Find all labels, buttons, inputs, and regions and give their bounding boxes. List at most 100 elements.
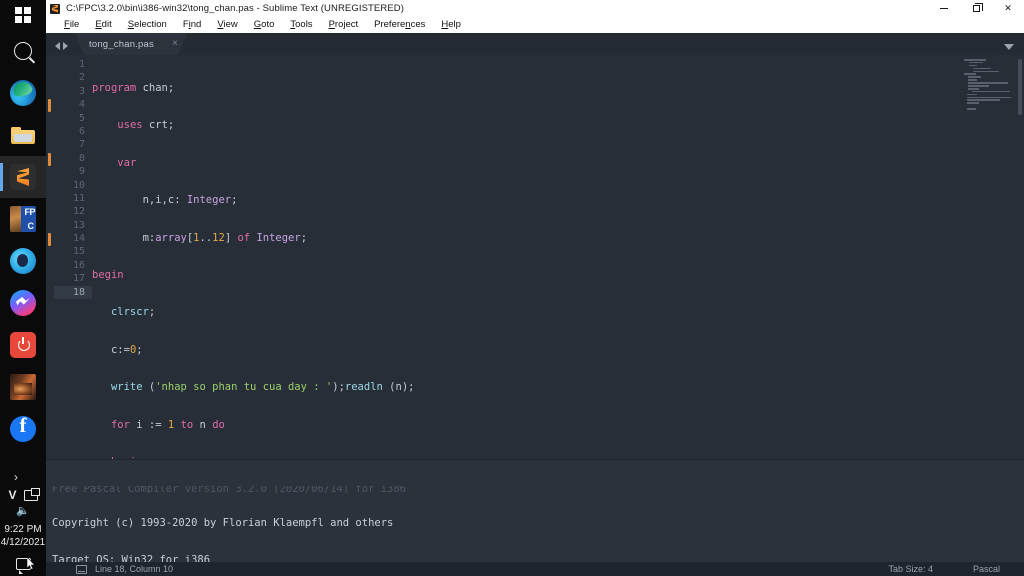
gutter-markers	[46, 55, 54, 459]
line-number: 4	[78, 99, 85, 111]
code-line: for i := 1 to n do	[110, 418, 225, 431]
search-icon	[14, 42, 32, 60]
build-output-text: Free Pascal Compiler version 3.2.0 [2020…	[46, 460, 1024, 562]
taskbar-item-edge[interactable]	[0, 72, 46, 114]
code-content[interactable]: program chan; uses crt; var n,i,c: Integ…	[92, 55, 1024, 459]
line-number: 10	[72, 179, 85, 191]
code-line: clrscr;	[110, 306, 156, 319]
line-number-gutter: 1 2 3 4 5 6 7 8 9 10 11 12 13 14 15 16 1…	[54, 55, 92, 459]
tray-expand-chevron-icon[interactable]: ›	[0, 465, 46, 487]
line-number: 13	[72, 219, 85, 231]
messenger-icon	[10, 290, 36, 316]
menu-preferences[interactable]: Preferences	[366, 17, 433, 33]
bookmark-marker	[48, 99, 51, 112]
taskbar-item-coccoc[interactable]	[0, 240, 46, 282]
clock[interactable]: 9:22 PM 4/12/2021	[1, 518, 46, 549]
line-number: 3	[78, 85, 85, 97]
tab-prev-arrow-icon[interactable]	[55, 42, 60, 50]
tab-next-arrow-icon[interactable]	[63, 42, 68, 50]
line-number: 11	[72, 192, 85, 204]
window-controls: ✕	[928, 0, 1024, 17]
code-line: write ('nhap so phan tu cua day : ');rea…	[110, 381, 415, 394]
menu-bar: File Edit Selection Find View Goto Tools…	[46, 17, 1024, 33]
tab-size-indicator[interactable]: Tab Size: 4	[888, 564, 933, 574]
menu-help[interactable]: Help	[433, 17, 469, 33]
clock-date: 4/12/2021	[0, 537, 46, 548]
taskbar-item-freepascal[interactable]: C	[0, 198, 46, 240]
tab-nav-arrows[interactable]	[46, 42, 75, 55]
taskbar-item-facebook[interactable]	[0, 408, 46, 450]
free-pascal-icon: C	[10, 206, 36, 232]
title-bar[interactable]: C:\FPC\3.2.0\bin\i386-win32\tong_chan.pa…	[46, 0, 1024, 17]
minimize-button[interactable]	[928, 0, 960, 17]
panel-toggle-icon[interactable]	[76, 564, 87, 574]
taskbar-item-shutdown[interactable]	[0, 324, 46, 366]
code-editor[interactable]: 1 2 3 4 5 6 7 8 9 10 11 12 13 14 15 16 1…	[46, 55, 1024, 459]
syntax-indicator[interactable]: Pascal	[973, 564, 1000, 574]
line-number: 9	[78, 166, 85, 178]
bookmark-marker	[48, 233, 51, 246]
menu-tools[interactable]: Tools	[282, 17, 320, 33]
menu-project[interactable]: Project	[321, 17, 367, 33]
windows-logo-glyph	[15, 7, 31, 23]
line-number: 12	[72, 206, 85, 218]
console-line: Free Pascal Compiler version 3.2.0 [2020…	[52, 486, 407, 493]
unikey-indicator[interactable]: V	[8, 488, 16, 502]
windows-start-icon[interactable]	[0, 0, 46, 30]
chevron-down-icon[interactable]	[1004, 44, 1014, 50]
code-line: begin	[92, 268, 124, 281]
code-line: c:=0;	[110, 343, 143, 356]
code-line: uses crt;	[117, 119, 175, 132]
line-number: 6	[78, 125, 85, 137]
cursor-position: Line 18, Column 10	[95, 564, 174, 574]
line-number: 14	[72, 233, 85, 245]
minimap[interactable]	[964, 59, 1012, 119]
taskbar-item-sublime[interactable]	[0, 156, 46, 198]
menu-file[interactable]: File	[56, 17, 87, 33]
bookmark-marker	[48, 153, 51, 166]
taskbar-item-messenger[interactable]	[0, 282, 46, 324]
tab-bar: tong_chan.pas ×	[46, 33, 1024, 55]
coccoc-browser-icon	[10, 248, 36, 274]
line-number: 15	[72, 246, 85, 258]
mouse-cursor	[27, 557, 36, 570]
taskbar-item-explorer[interactable]	[0, 114, 46, 156]
taskbar-item-photo[interactable]	[0, 366, 46, 408]
tray-row-input: V	[0, 487, 46, 503]
tab-tong-chan-pas[interactable]: tong_chan.pas ×	[75, 33, 187, 55]
volume-icon[interactable]: 🔈	[16, 504, 30, 517]
build-output-panel[interactable]: Free Pascal Compiler version 3.2.0 [2020…	[46, 459, 1024, 562]
maximize-button[interactable]	[960, 0, 992, 17]
minimap-scrollbar[interactable]	[1018, 59, 1022, 115]
close-button[interactable]: ✕	[992, 0, 1024, 17]
line-number: 16	[72, 259, 85, 271]
tray-row-volume: 🔈	[0, 503, 46, 518]
window-title: C:\FPC\3.2.0\bin\i386-win32\tong_chan.pa…	[66, 3, 404, 14]
file-explorer-icon	[10, 122, 36, 148]
microsoft-edge-icon	[10, 80, 36, 106]
clock-time: 9:22 PM	[4, 524, 42, 535]
status-bar-right: Tab Size: 4 Pascal	[888, 564, 1024, 574]
menu-find[interactable]: Find	[175, 17, 210, 33]
line-number: 17	[72, 273, 85, 285]
code-line: var	[117, 156, 137, 169]
sublime-text-icon	[10, 164, 36, 190]
status-bar: Line 18, Column 10 Tab Size: 4 Pascal	[46, 562, 1024, 576]
menu-view[interactable]: View	[209, 17, 245, 33]
screen: C › V 🔈 9:22 PM 4/12/	[0, 0, 1024, 576]
line-number: 1	[78, 59, 85, 70]
sublime-text-icon	[50, 3, 60, 14]
console-line: Copyright (c) 1993-2020 by Florian Klaem…	[52, 517, 394, 529]
line-number: 5	[78, 112, 85, 124]
tab-label: tong_chan.pas	[89, 38, 154, 50]
menu-edit[interactable]: Edit	[87, 17, 119, 33]
menu-selection[interactable]: Selection	[120, 17, 175, 33]
taskbar: C › V 🔈 9:22 PM 4/12/	[0, 0, 46, 576]
taskbar-item-search[interactable]	[0, 30, 46, 72]
photo-thumbnail-icon	[10, 374, 36, 400]
menu-goto[interactable]: Goto	[246, 17, 283, 33]
display-icon[interactable]	[23, 487, 40, 501]
tab-close-icon[interactable]: ×	[172, 39, 178, 49]
system-tray: › V 🔈 9:22 PM 4/12/2021	[0, 465, 46, 576]
line-number-active: 18	[54, 285, 92, 300]
